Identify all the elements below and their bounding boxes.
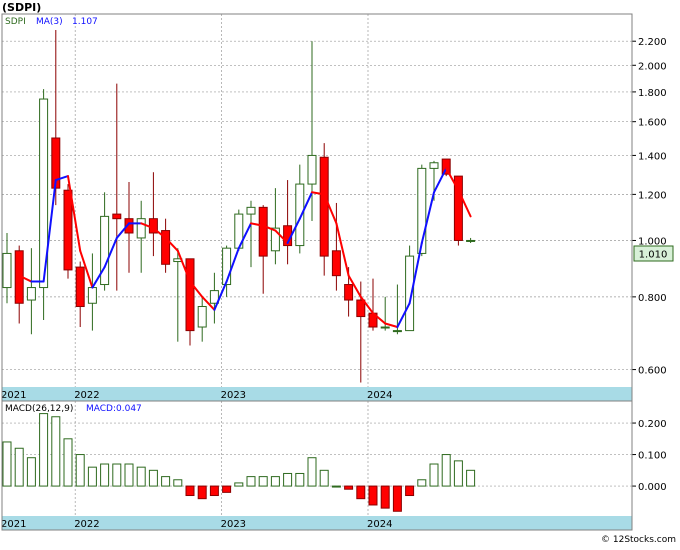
macd-bar	[246, 476, 256, 487]
macd-bar	[441, 454, 451, 487]
macd-tick-label: 0.000	[638, 482, 667, 493]
candle-body	[258, 206, 268, 257]
price-tick-label: 2.200	[638, 37, 667, 48]
candle-body	[136, 218, 146, 239]
candle-body	[63, 189, 73, 271]
last-price-value: 1.010	[639, 250, 668, 261]
macd-bar	[331, 485, 341, 488]
candle-body	[319, 156, 329, 257]
macd-bar	[417, 479, 427, 487]
macd-year-label: 2022	[74, 519, 99, 530]
macd-bar	[185, 485, 195, 497]
macd-bar	[429, 463, 439, 487]
price-tick-label: 1.400	[638, 151, 667, 162]
macd-bar	[453, 460, 463, 487]
macd-bar	[63, 438, 73, 487]
macd-bar	[209, 485, 219, 497]
macd-bar	[356, 485, 366, 500]
macd-bar	[380, 485, 390, 509]
candle-body	[331, 250, 341, 277]
candle-body	[75, 266, 85, 308]
macd-year-label: 2024	[367, 519, 392, 530]
watermark: © 12Stocks.com	[601, 535, 676, 545]
price-tick-label: 2.000	[638, 61, 667, 72]
ticker-label: (SDPI)	[2, 1, 41, 14]
macd-bar	[112, 463, 122, 487]
macd-bar	[26, 457, 36, 487]
candle-body	[112, 213, 122, 220]
macd-bar	[222, 485, 232, 493]
macd-bar	[2, 441, 12, 487]
candle-body	[197, 306, 207, 328]
candle	[319, 143, 329, 276]
price-tick-label: 0.800	[638, 293, 667, 304]
macd-bar	[270, 476, 280, 487]
macd-legend-value: MACD:0.047	[86, 404, 142, 414]
candle-body	[100, 215, 110, 286]
candle	[39, 89, 49, 321]
candle-body	[87, 287, 97, 304]
macd-bar	[295, 472, 305, 487]
macd-bar	[87, 466, 97, 487]
price-year-label: 2024	[367, 390, 392, 401]
candle-body	[356, 299, 366, 318]
candle-body	[26, 287, 36, 301]
macd-bar	[148, 469, 158, 487]
macd-year-label: 2021	[1, 519, 26, 530]
macd-bar	[14, 447, 24, 487]
macd-bar	[368, 485, 378, 506]
macd-bar	[161, 476, 171, 487]
macd-bar	[392, 485, 402, 512]
price-year-label: 2023	[221, 390, 246, 401]
macd-bar	[197, 485, 207, 500]
macd-bar	[51, 416, 61, 487]
stock-chart: 2021 2022 2023 2024 2021 2022 2023 2024 0.600 0…	[0, 0, 680, 546]
macd-bar	[100, 463, 110, 487]
macd-bar	[234, 482, 244, 487]
macd-tick-label: 0.200	[638, 419, 667, 430]
price-year-label: 2021	[1, 390, 26, 401]
macd-bar	[39, 413, 49, 487]
price-tick-label: 0.600	[638, 366, 667, 377]
macd-bar	[173, 479, 183, 487]
price-year-label: 2022	[74, 390, 99, 401]
ma-legend-value: 1.107	[72, 17, 98, 27]
ma-legend-label: MA(3)	[36, 17, 63, 27]
macd-bar	[405, 485, 415, 497]
macd-bar	[319, 469, 329, 487]
candle-body	[466, 239, 476, 242]
macd-bar	[136, 466, 146, 487]
candle-body	[307, 154, 317, 185]
macd-bar	[75, 454, 85, 487]
macd-bar	[344, 485, 354, 490]
price-tick-label: 1.200	[638, 190, 667, 201]
chart-canvas: 2021 2022 2023 2024 2021 2022 2023 2024 0.600 0…	[0, 0, 680, 546]
macd-bar	[307, 457, 317, 487]
candle-body	[185, 258, 195, 332]
price-tick-label: 1.800	[638, 88, 667, 99]
macd-bar	[283, 472, 293, 487]
price-tick-label: 1.600	[638, 118, 667, 129]
candle-body	[380, 326, 390, 329]
macd-tick-label: 0.100	[638, 451, 667, 462]
macd-bar	[466, 469, 476, 487]
macd-year-label: 2023	[221, 519, 246, 530]
candle-body	[246, 206, 256, 215]
macd-bar	[124, 463, 134, 487]
candle-body	[429, 162, 439, 169]
candle-body	[2, 252, 12, 289]
candle-body	[344, 284, 354, 301]
price-legend-symbol: SDPI	[5, 17, 26, 27]
candle-body	[392, 330, 402, 333]
macd-legend-label: MACD(26,12,9)	[5, 404, 73, 414]
macd-bar	[258, 476, 268, 487]
